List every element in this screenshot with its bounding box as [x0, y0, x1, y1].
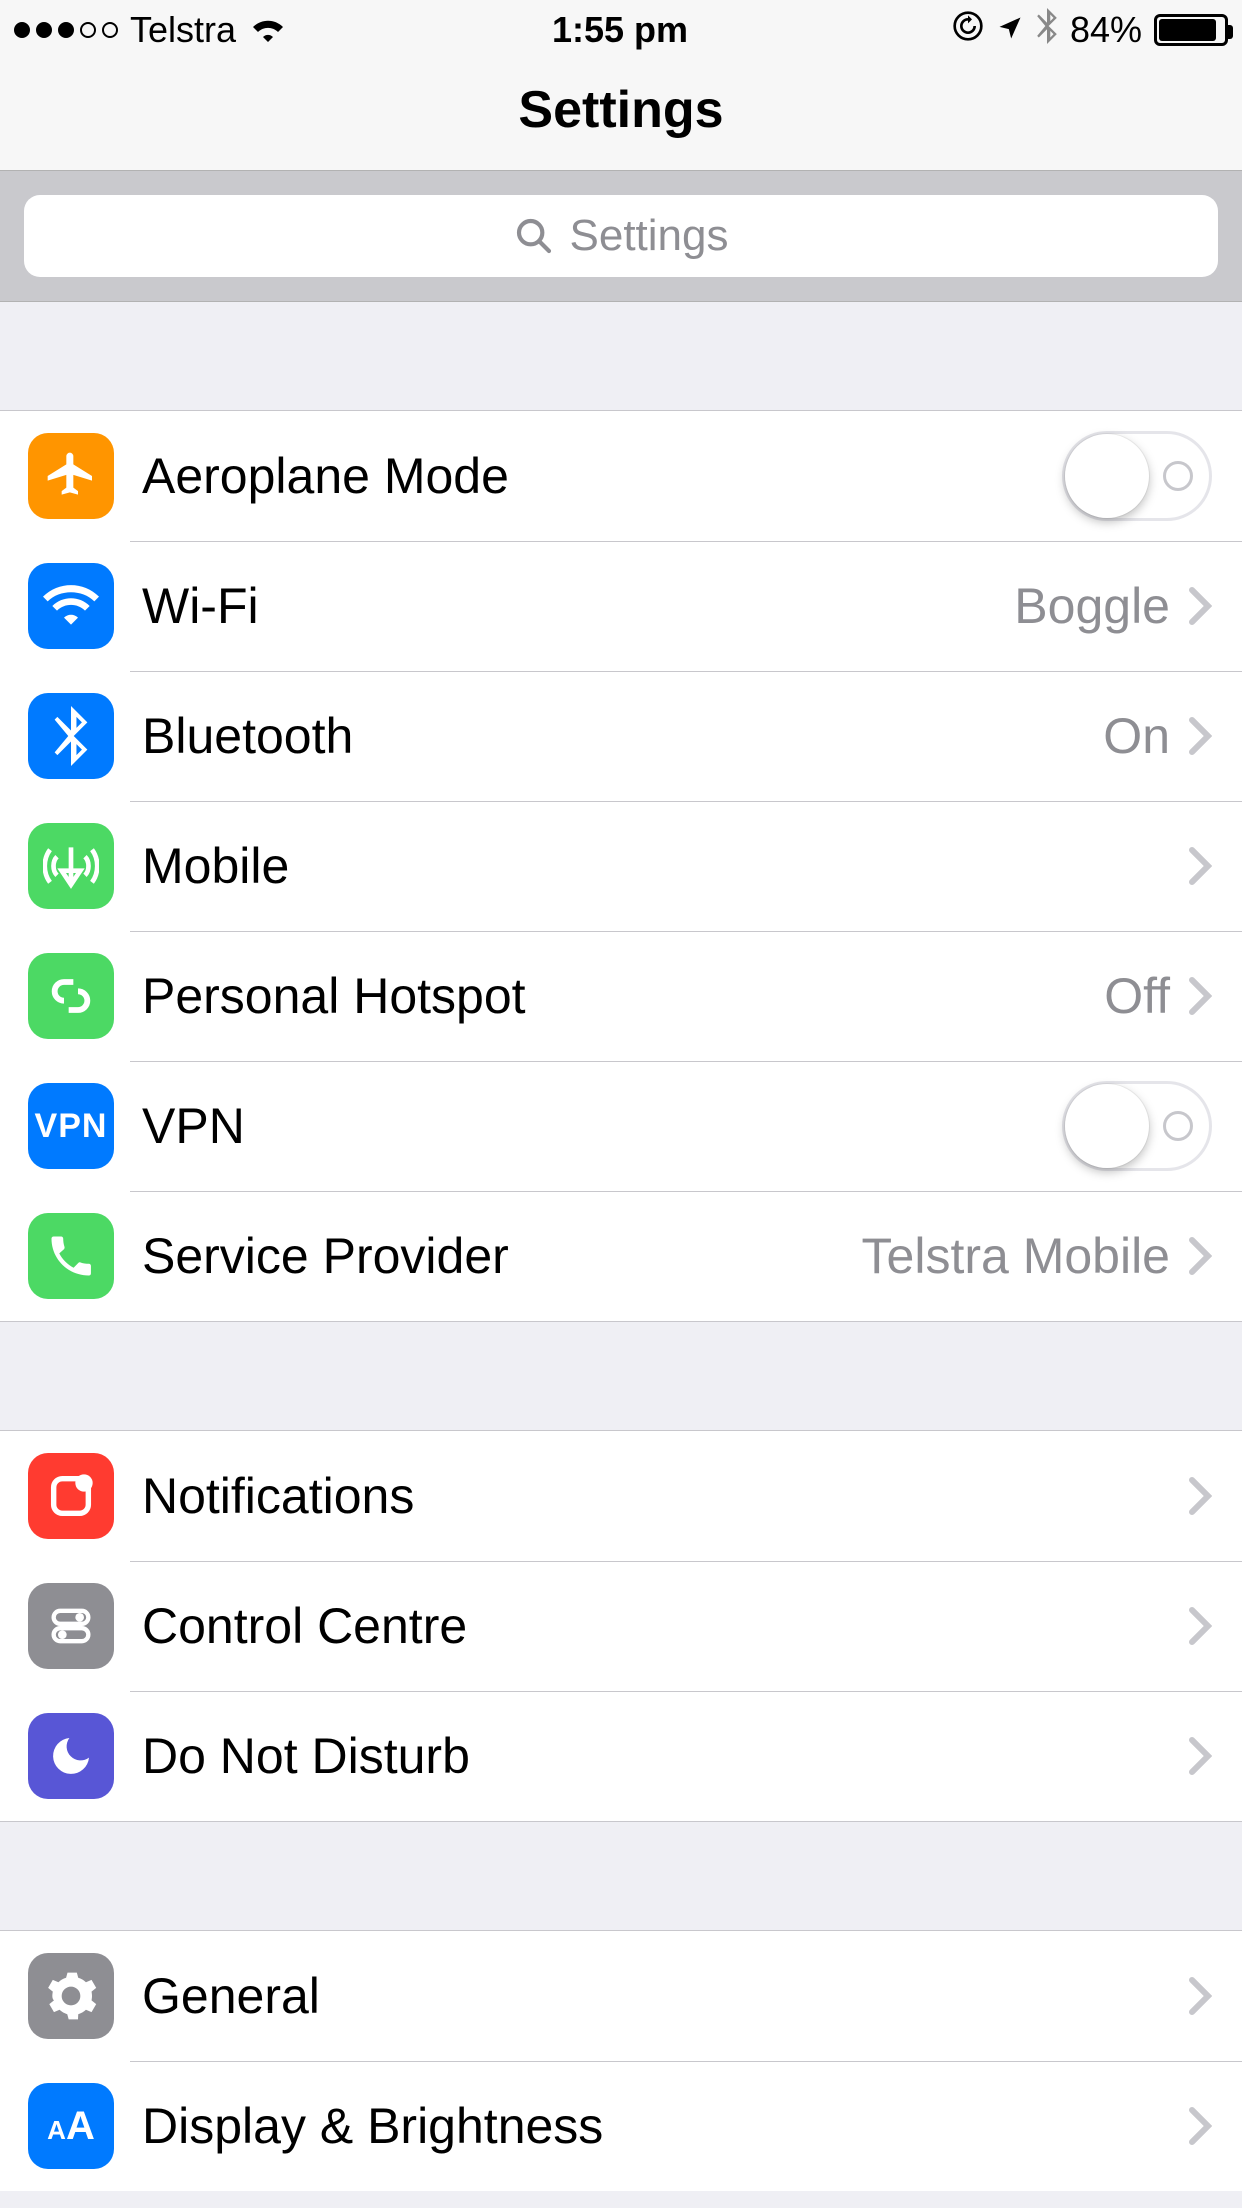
search-input[interactable]: Settings [24, 195, 1218, 277]
signal-strength-icon [14, 22, 118, 38]
row-detail: Boggle [1014, 577, 1170, 635]
row-label: General [142, 1967, 1188, 2025]
moon-icon [28, 1713, 114, 1799]
search-icon [514, 216, 554, 256]
row-label: Wi-Fi [142, 577, 1014, 635]
display-icon: AA [28, 2083, 114, 2169]
row-label: VPN [142, 1097, 1062, 1155]
battery-icon [1154, 14, 1228, 46]
row-notifications[interactable]: Notifications [0, 1431, 1242, 1561]
row-label: Aeroplane Mode [142, 447, 1062, 505]
row-personal-hotspot[interactable]: Personal Hotspot Off [0, 931, 1242, 1061]
status-bar: Telstra 1:55 pm 84% [0, 0, 1242, 60]
row-bluetooth[interactable]: Bluetooth On [0, 671, 1242, 801]
chevron-right-icon [1188, 586, 1212, 626]
clock-label: 1:55 pm [552, 9, 688, 51]
group-spacer [0, 1322, 1242, 1430]
search-container: Settings [0, 171, 1242, 302]
row-label: Bluetooth [142, 707, 1103, 765]
chevron-right-icon [1188, 1736, 1212, 1776]
chevron-right-icon [1188, 976, 1212, 1016]
status-right: 84% [952, 8, 1228, 53]
bluetooth-icon [28, 693, 114, 779]
nav-bar: Settings [0, 60, 1242, 171]
bluetooth-status-icon [1036, 8, 1058, 53]
vpn-icon: VPN [28, 1083, 114, 1169]
location-icon [996, 9, 1024, 51]
row-wifi[interactable]: Wi-Fi Boggle [0, 541, 1242, 671]
gear-icon [28, 1953, 114, 2039]
settings-group-connectivity: Aeroplane Mode Wi-Fi Boggle Bluetooth On… [0, 410, 1242, 1322]
chevron-right-icon [1188, 846, 1212, 886]
cellular-icon [28, 823, 114, 909]
row-label: Display & Brightness [142, 2097, 1188, 2155]
row-display-brightness[interactable]: AA Display & Brightness [0, 2061, 1242, 2191]
row-aeroplane-mode[interactable]: Aeroplane Mode [0, 411, 1242, 541]
row-label: Mobile [142, 837, 1188, 895]
chevron-right-icon [1188, 1476, 1212, 1516]
row-mobile[interactable]: Mobile [0, 801, 1242, 931]
settings-group-general: General AA Display & Brightness [0, 1930, 1242, 2191]
row-detail: Telstra Mobile [862, 1227, 1170, 1285]
row-general[interactable]: General [0, 1931, 1242, 2061]
row-control-centre[interactable]: Control Centre [0, 1561, 1242, 1691]
group-spacer [0, 302, 1242, 410]
chevron-right-icon [1188, 1976, 1212, 2016]
battery-pct-label: 84% [1070, 9, 1142, 51]
row-detail: Off [1104, 967, 1170, 1025]
row-label: Notifications [142, 1467, 1188, 1525]
controlcentre-icon [28, 1583, 114, 1669]
group-spacer [0, 1822, 1242, 1930]
wifi-status-icon [248, 9, 288, 51]
chevron-right-icon [1188, 716, 1212, 756]
hotspot-icon [28, 953, 114, 1039]
airplane-icon [28, 433, 114, 519]
chevron-right-icon [1188, 1606, 1212, 1646]
row-label: Service Provider [142, 1227, 862, 1285]
rotation-lock-icon [952, 9, 984, 51]
row-detail: On [1103, 707, 1170, 765]
row-label: Do Not Disturb [142, 1727, 1188, 1785]
vpn-toggle[interactable] [1062, 1081, 1212, 1171]
phone-icon [28, 1213, 114, 1299]
search-placeholder: Settings [570, 211, 729, 261]
row-label: Personal Hotspot [142, 967, 1104, 1025]
row-vpn[interactable]: VPN VPN [0, 1061, 1242, 1191]
chevron-right-icon [1188, 1236, 1212, 1276]
row-do-not-disturb[interactable]: Do Not Disturb [0, 1691, 1242, 1821]
row-service-provider[interactable]: Service Provider Telstra Mobile [0, 1191, 1242, 1321]
wifi-icon [28, 563, 114, 649]
aeroplane-toggle[interactable] [1062, 431, 1212, 521]
notifications-icon [28, 1453, 114, 1539]
page-title: Settings [0, 80, 1242, 140]
chevron-right-icon [1188, 2106, 1212, 2146]
carrier-label: Telstra [130, 9, 236, 51]
row-label: Control Centre [142, 1597, 1188, 1655]
settings-group-alerts: Notifications Control Centre Do Not Dist… [0, 1430, 1242, 1822]
status-left: Telstra [14, 9, 288, 51]
